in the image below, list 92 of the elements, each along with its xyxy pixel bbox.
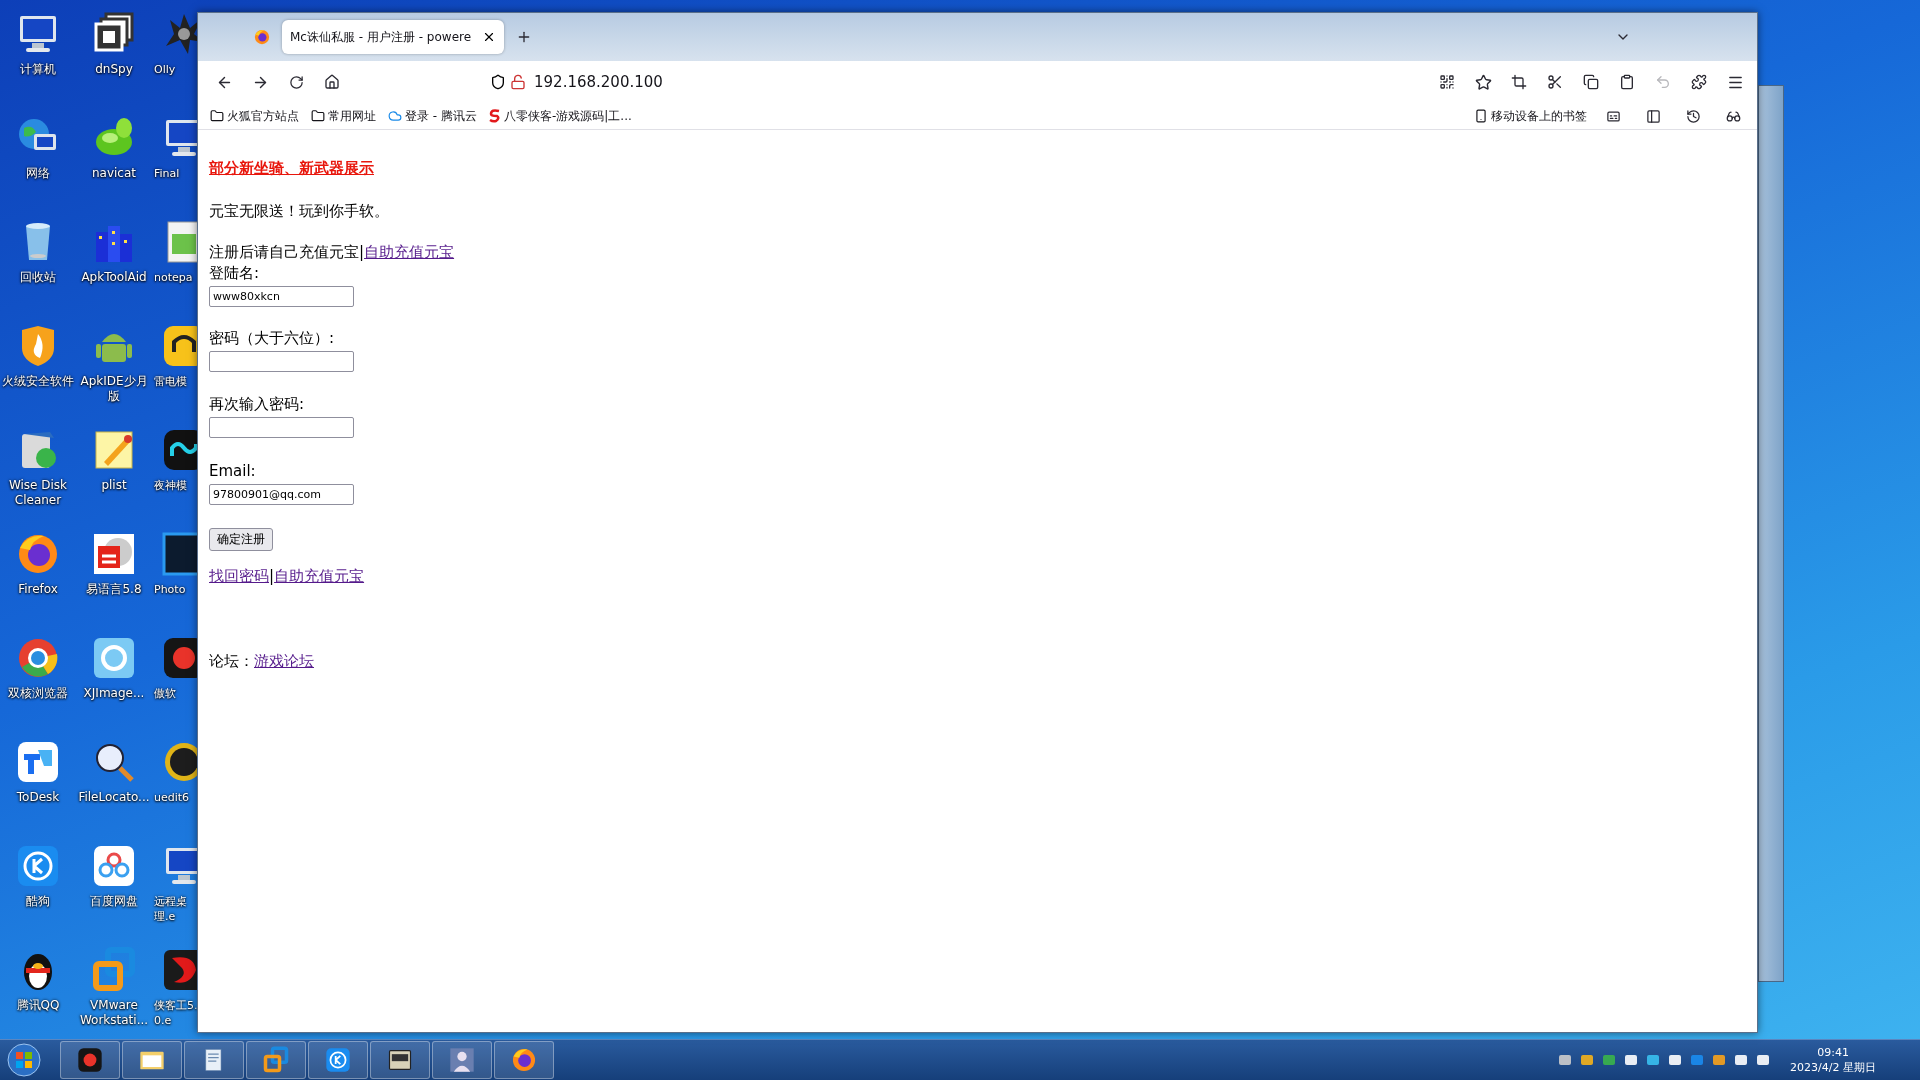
shortcut-label[interactable]: 腾讯QQ: [16, 998, 60, 1013]
shortcut-label[interactable]: 网络: [26, 166, 50, 181]
bookmark-link[interactable]: 登录 - 腾讯云: [405, 107, 477, 125]
shortcut-label[interactable]: 雷电模: [152, 374, 187, 389]
logo-icon: [488, 109, 501, 123]
phone-icon: [1474, 109, 1488, 123]
field-label: 登陆名:: [209, 263, 260, 284]
tray-icon[interactable]: [1668, 1053, 1683, 1067]
shortcut-label[interactable]: plist: [101, 478, 127, 493]
shortcut-label[interactable]: Photo: [152, 582, 186, 597]
footer-link[interactable]: 找回密码: [209, 566, 269, 587]
tray-icon[interactable]: [1624, 1053, 1639, 1067]
reload-icon[interactable]: [288, 74, 304, 90]
link-separator: |: [269, 566, 275, 587]
tray-icon[interactable]: [1558, 1053, 1573, 1067]
record-icon[interactable]: [76, 1046, 104, 1074]
bookmark-link[interactable]: 火狐官方站点: [227, 107, 299, 125]
shortcut-label[interactable]: Final: [152, 166, 180, 181]
avatar-icon[interactable]: [448, 1046, 476, 1074]
insecure-lock-icon: [510, 74, 526, 90]
shortcut-label[interactable]: ApkToolAid: [81, 270, 147, 285]
cloud-icon: [388, 109, 402, 123]
app-icon[interactable]: [324, 1046, 352, 1074]
shortcut-label[interactable]: dnSpy: [95, 62, 133, 77]
qr-code-icon[interactable]: [1439, 74, 1455, 90]
register-button[interactable]: 确定注册: [209, 528, 273, 551]
tray-icon[interactable]: [1734, 1053, 1749, 1067]
tray-icon[interactable]: [1646, 1053, 1661, 1067]
browser-icon[interactable]: [510, 1046, 538, 1074]
star-icon[interactable]: [1474, 73, 1492, 91]
clock-date: 2023/4/2 星期日: [1790, 1060, 1876, 1075]
home-icon[interactable]: [324, 74, 340, 90]
mobile-bookmarks-link[interactable]: 移动设备上的书签: [1491, 107, 1587, 125]
history-icon[interactable]: [1685, 108, 1701, 124]
footer-link[interactable]: 自助充值元宝: [274, 566, 365, 587]
shortcut-label[interactable]: ToDesk: [16, 790, 60, 805]
input-field[interactable]: 97800901@qq.com: [209, 484, 354, 505]
field-label: 密码（大于六位）:: [209, 328, 335, 349]
browser-icon: [253, 28, 271, 46]
new-tab-icon[interactable]: [516, 29, 532, 45]
shortcut-label[interactable]: navicat: [91, 166, 137, 181]
puzzle-icon[interactable]: [1691, 74, 1707, 90]
folder-icon: [311, 109, 325, 123]
tray-icon[interactable]: [1712, 1053, 1727, 1067]
browser-tab[interactable]: Mc诛仙私服 - 用户注册 - powere: [282, 20, 504, 54]
shortcut-label[interactable]: Olly: [152, 62, 176, 77]
shortcut-label[interactable]: 计算机: [20, 62, 56, 77]
shortcut-label[interactable]: ApkIDE少月版: [77, 374, 151, 404]
clock-time: 09:41: [1817, 1045, 1849, 1060]
bookmark-link[interactable]: 常用网址: [328, 107, 376, 125]
notice-text: 注册后请自己充值元宝|: [209, 242, 365, 263]
caption-icon[interactable]: [1605, 108, 1621, 124]
shortcut-label[interactable]: Wise Disk Cleaner: [1, 478, 75, 508]
shortcut-label[interactable]: 百度网盘: [90, 894, 138, 909]
copy-icon[interactable]: [1583, 74, 1599, 90]
start-button[interactable]: [4, 1041, 44, 1079]
bookmark-link[interactable]: 八零侠客-游戏源码|工...: [503, 107, 632, 125]
tray-icon[interactable]: [1756, 1053, 1771, 1067]
forum-link[interactable]: 游戏论坛: [254, 651, 314, 672]
address-field[interactable]: 192.168.200.100: [534, 73, 663, 91]
shortcut-label[interactable]: 易语言5.8: [86, 582, 142, 597]
field-label: Email:: [209, 461, 256, 482]
promo-link[interactable]: 部分新坐骑、新武器展示: [209, 158, 374, 179]
shield-icon: [490, 74, 506, 90]
input-field[interactable]: [209, 417, 354, 438]
shortcut-label[interactable]: 夜神模: [152, 478, 187, 493]
shortcut-label[interactable]: 酷狗: [26, 894, 50, 909]
input-field[interactable]: [209, 351, 354, 372]
folder-icon: [210, 109, 224, 123]
sidebar-icon[interactable]: [1645, 108, 1661, 124]
close-icon[interactable]: [482, 30, 496, 44]
tray-icon[interactable]: [1580, 1053, 1595, 1067]
shortcut-label[interactable]: 远程桌理.e: [152, 894, 197, 924]
field-label: 再次输入密码:: [209, 394, 305, 415]
slogan-text: 元宝无限送！玩到你手软。: [209, 201, 389, 222]
crop-icon[interactable]: [1511, 74, 1527, 90]
input-field[interactable]: www80xkcn: [209, 286, 354, 307]
shortcut-label[interactable]: FileLocato...: [78, 790, 150, 805]
shortcut-label[interactable]: XJImage...: [83, 686, 145, 701]
clipboard-icon[interactable]: [1619, 74, 1635, 90]
recharge-link[interactable]: 自助充值元宝: [364, 242, 455, 263]
shortcut-label[interactable]: uedit6: [152, 790, 190, 805]
shortcut-label[interactable]: 双核浏览器: [8, 686, 68, 701]
shortcut-label[interactable]: 火绒安全软件: [2, 374, 74, 389]
shortcut-label[interactable]: VMware Workstati...: [77, 998, 151, 1028]
shortcut-label[interactable]: 傲软: [152, 686, 176, 701]
shortcut-label[interactable]: Firefox: [18, 582, 58, 597]
shortcut-label[interactable]: 回收站: [20, 270, 56, 285]
shortcut-label[interactable]: notepa: [152, 270, 193, 285]
forum-label: 论坛：: [209, 651, 254, 672]
shortcut-label[interactable]: 侠客工5.0.e: [152, 998, 197, 1028]
scissors-icon[interactable]: [1547, 74, 1563, 90]
